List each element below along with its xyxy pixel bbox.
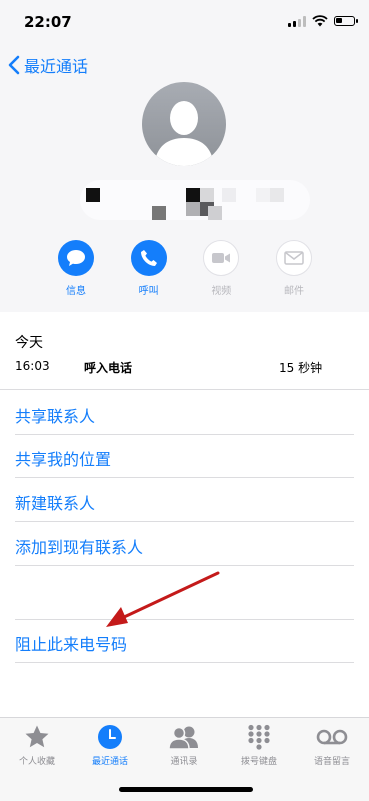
star-icon <box>25 725 49 748</box>
message-icon <box>67 250 85 266</box>
share-location-link[interactable]: 共享我的位置 <box>15 446 111 470</box>
tab-favorites[interactable]: 个人收藏 <box>2 724 72 767</box>
call-duration: 15 秒钟 <box>279 361 323 375</box>
add-to-existing-contact-link[interactable]: 添加到现有联系人 <box>15 534 143 558</box>
action-row: 信息 呼叫 视频 邮件 <box>56 240 314 297</box>
block-caller-link[interactable]: 阻止此来电号码 <box>15 631 127 655</box>
video-icon <box>212 253 231 263</box>
person-silhouette-icon <box>154 101 214 166</box>
divider <box>0 389 369 390</box>
voicemail-icon <box>316 729 348 745</box>
divider <box>15 619 354 620</box>
home-indicator <box>119 787 253 792</box>
share-contact-link[interactable]: 共享联系人 <box>15 403 95 427</box>
status-icons <box>288 15 358 27</box>
call-log-date: 今天 <box>15 335 43 351</box>
battery-icon <box>334 16 358 26</box>
tab-voicemail[interactable]: 语音留言 <box>297 724 367 767</box>
call-time: 16:03 <box>15 359 50 373</box>
video-label: 视频 <box>211 286 232 297</box>
tab-contacts[interactable]: 通讯录 <box>149 724 219 767</box>
phone-icon <box>140 250 157 266</box>
signal-icon <box>288 15 306 27</box>
back-button[interactable]: 最近通话 <box>8 53 88 77</box>
mail-button: 邮件 <box>274 240 314 297</box>
divider <box>15 662 354 663</box>
divider <box>15 434 354 435</box>
wifi-icon <box>312 15 328 27</box>
divider <box>15 565 354 566</box>
keypad-icon <box>248 724 270 750</box>
tab-keypad[interactable]: 拨号键盘 <box>224 724 294 767</box>
new-contact-link[interactable]: 新建联系人 <box>15 490 95 514</box>
contacts-icon <box>168 726 198 750</box>
message-label: 信息 <box>66 286 86 297</box>
call-type: 呼入电话 <box>84 361 133 375</box>
tab-contacts-label: 通讯录 <box>170 757 198 767</box>
status-time: 22:07 <box>24 13 72 31</box>
tab-recents[interactable]: 最近通话 <box>75 724 145 767</box>
mail-icon <box>284 251 304 265</box>
call-label: 呼叫 <box>138 286 159 297</box>
back-label: 最近通话 <box>24 57 89 76</box>
tab-recents-label: 最近通话 <box>91 757 128 767</box>
tab-keypad-label: 拨号键盘 <box>240 757 277 767</box>
call-button[interactable]: 呼叫 <box>129 240 169 297</box>
video-button: 视频 <box>201 240 241 297</box>
status-bar: 22:07 <box>0 0 369 44</box>
divider <box>15 521 354 522</box>
tab-voicemail-label: 语音留言 <box>313 757 350 767</box>
message-button[interactable]: 信息 <box>56 240 96 297</box>
clock-icon <box>98 725 122 749</box>
mail-label: 邮件 <box>283 286 304 297</box>
divider <box>15 477 354 478</box>
chevron-left-icon <box>8 55 20 75</box>
contact-avatar <box>142 82 226 166</box>
tab-favorites-label: 个人收藏 <box>18 757 55 767</box>
